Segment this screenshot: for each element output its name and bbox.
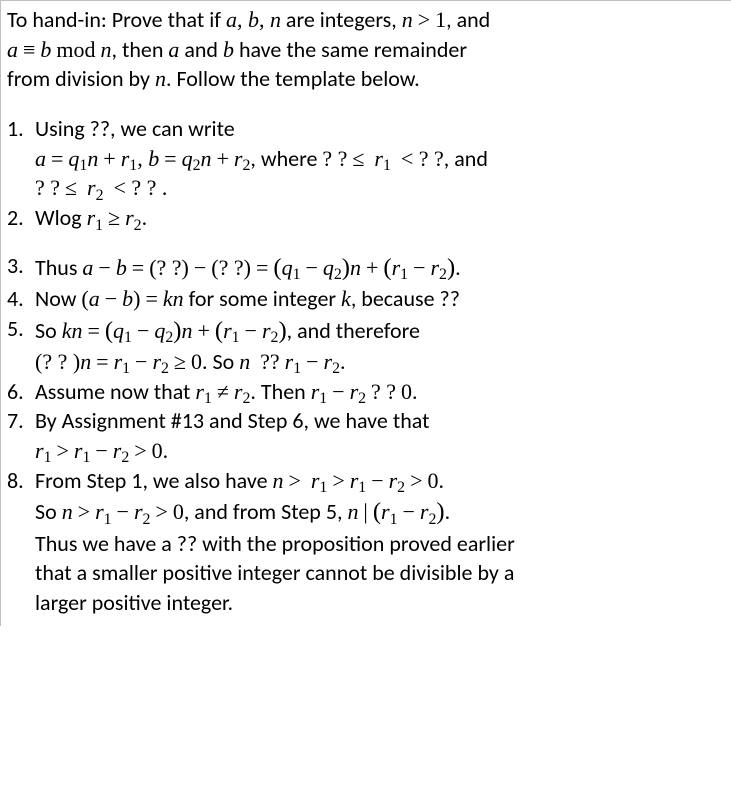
step-number: 6. [7, 377, 35, 407]
text: and [179, 36, 223, 63]
step-number: 3. [7, 251, 35, 284]
text: larger positive integer. [35, 589, 233, 616]
text: Thus we have a ?? with the proposition p… [35, 530, 515, 557]
text: To hand-in: Prove that if [7, 6, 226, 33]
text: from division by [7, 65, 155, 92]
step-6: 6. Assume now that r1 ≠ r2. Then r1 − r2… [5, 377, 731, 407]
step-1: 1. Using ??, we can write a = q1n + r1, … [5, 114, 731, 203]
step-number: 7. [7, 406, 35, 465]
text: , because ?? [351, 285, 460, 312]
text: Now [35, 285, 81, 312]
text: . Then [250, 378, 310, 405]
text: Wlog [35, 204, 87, 231]
text: , and [444, 145, 488, 172]
text: , and therefore [287, 317, 420, 344]
proof-template-document: To hand-in: Prove that if a, b, n are in… [0, 0, 731, 626]
text: , and [446, 6, 490, 33]
step-number: 5. [7, 314, 35, 377]
text: , where [250, 145, 322, 172]
step-number: 2. [7, 203, 35, 233]
step-3: 3. Thus a − b = (? ?) − (? ?) = (q1 − q2… [5, 251, 731, 284]
intro-paragraph-l2: a ≡ b mod n, then a and b have the same … [5, 35, 731, 65]
step-4: 4. Now (a − b) = kn for some integer k, … [5, 284, 731, 314]
text: , then [111, 36, 168, 63]
text: Assume now that [35, 378, 195, 405]
step-number: 8. [7, 466, 35, 618]
text: for some integer [184, 285, 341, 312]
text: Thus [35, 254, 82, 281]
text: are integers, [281, 6, 402, 33]
text: From Step 1, we also have [35, 467, 273, 494]
intro-paragraph-l3: from division by n. Follow the template … [5, 64, 731, 94]
step-8: 8. From Step 1, we also have n > r1 > r1… [5, 466, 731, 618]
step-7: 7. By Assignment #13 and Step 6, we have… [5, 406, 731, 465]
text: Using ??, we can write [35, 115, 235, 142]
step-number: 4. [7, 284, 35, 314]
text: , and from Step 5, [184, 498, 348, 525]
text: that a smaller positive integer cannot b… [35, 559, 514, 586]
text: . Follow the template below. [166, 65, 420, 92]
step-2: 2. Wlog r1 ≥ r2. [5, 203, 731, 233]
text: By Assignment #13 and Step 6, we have th… [35, 407, 429, 434]
step-number: 1. [7, 114, 35, 203]
text: have the same remainder [234, 36, 467, 63]
step-5: 5. So kn = (q1 − q2)n + (r1 − r2), and t… [5, 314, 731, 377]
text: . So [202, 348, 239, 375]
intro-paragraph: To hand-in: Prove that if a, b, n are in… [5, 5, 731, 35]
text: So [35, 498, 62, 525]
text: So [35, 317, 62, 344]
